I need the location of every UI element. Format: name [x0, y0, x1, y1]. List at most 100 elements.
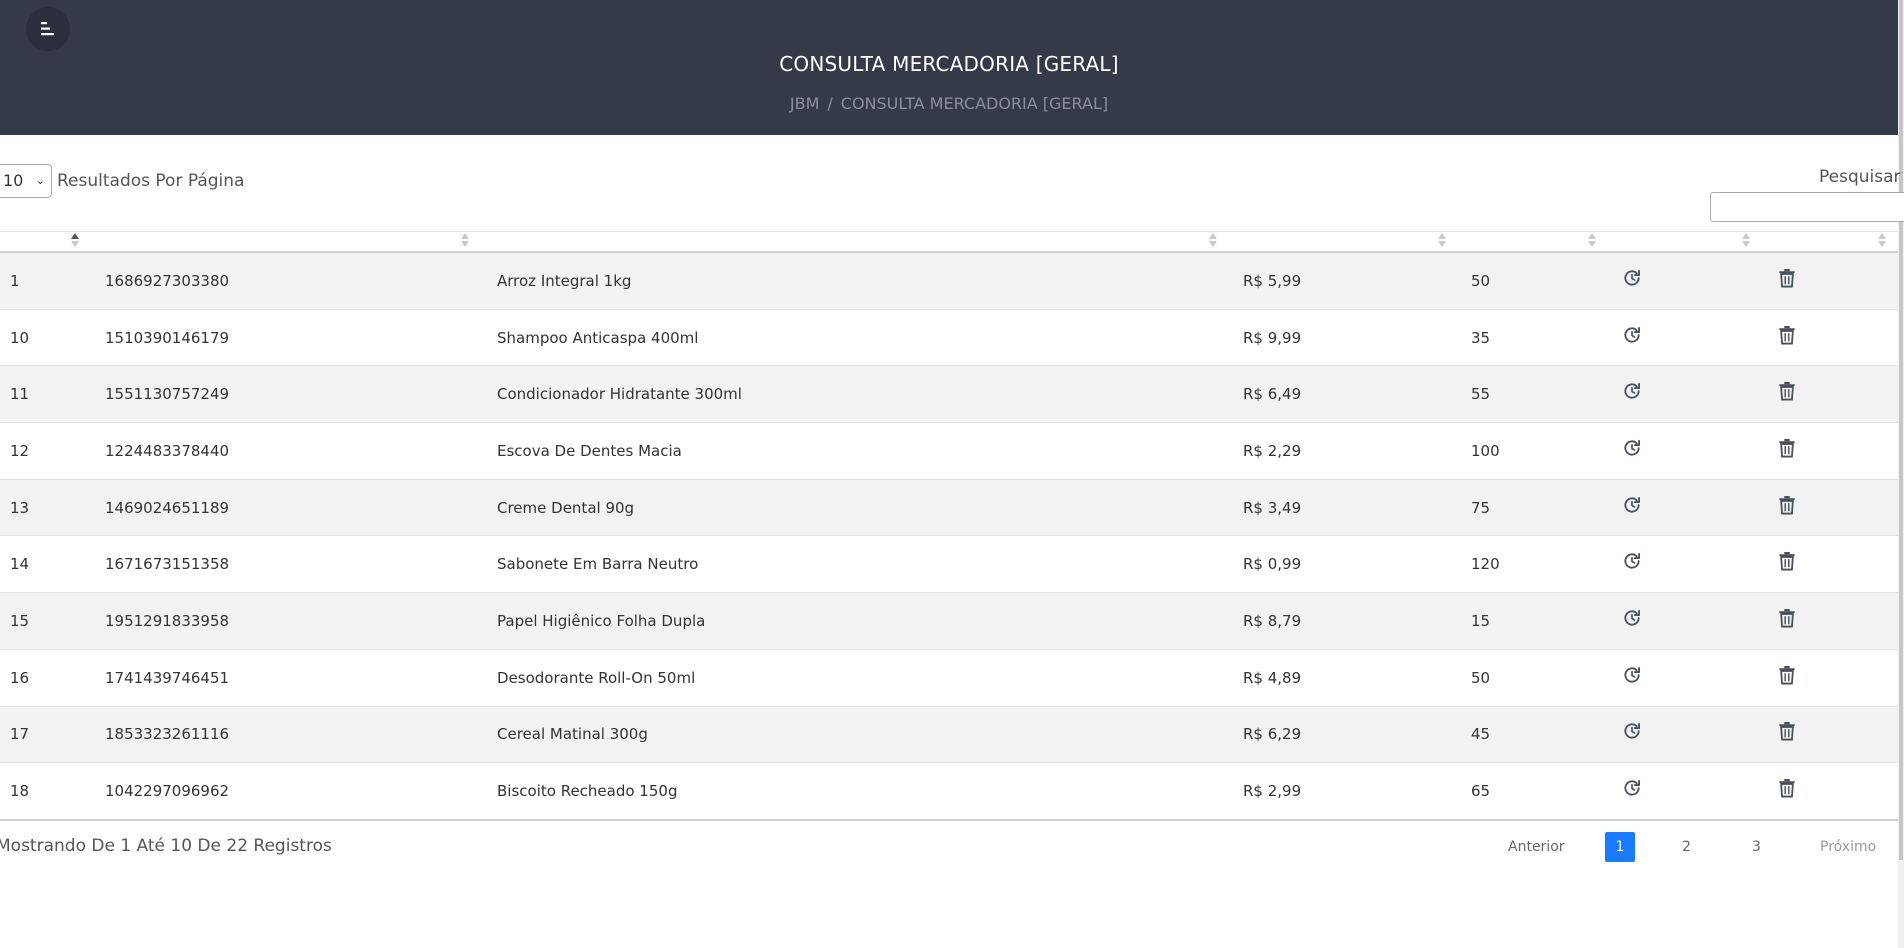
cell-code: 1686927303380: [105, 271, 230, 290]
cell-name: Escova De Dentes Macia: [497, 441, 682, 460]
page-length-label: Resultados Por Página: [57, 171, 245, 191]
cell-name: Cereal Matinal 300g: [497, 725, 648, 744]
table-row: 13 1469024651189 Creme Dental 90g R$ 3,49 75: [0, 479, 1898, 537]
cell-price: R$ 9,99: [1243, 328, 1302, 347]
pagination-page-1[interactable]: 1: [1605, 832, 1635, 862]
trash-icon[interactable]: [1778, 665, 1796, 685]
table-info: Mostrando De 1 Até 10 De 22 Registros: [0, 836, 332, 856]
breadcrumb-current: CONSULTA MERCADORIA [GERAL]: [840, 94, 1109, 113]
cell-price: R$ 2,29: [1243, 441, 1302, 460]
search-label: Pesquisar: [1819, 167, 1901, 187]
cell-name: Condicionador Hidratante 300ml: [497, 385, 742, 404]
cell-code: 1951291833958: [105, 611, 230, 630]
sort-column-3[interactable]: [1209, 233, 1217, 249]
cell-price: R$ 5,99: [1243, 271, 1302, 290]
trash-icon[interactable]: [1778, 381, 1796, 401]
history-icon[interactable]: [1622, 778, 1642, 798]
cell-id: 17: [10, 725, 30, 744]
cell-quantity: 75: [1471, 498, 1491, 517]
sort-column-6[interactable]: [1742, 233, 1750, 249]
cell-id: 18: [10, 782, 30, 801]
history-icon[interactable]: [1622, 721, 1642, 741]
cell-name: Creme Dental 90g: [497, 498, 635, 517]
table-body: 1 1686927303380 Arroz Integral 1kg R$ 5,99 5…: [0, 253, 1898, 820]
trash-icon[interactable]: [1778, 325, 1796, 345]
cell-quantity: 100: [1471, 441, 1500, 460]
sort-column-1[interactable]: [71, 233, 79, 249]
history-icon[interactable]: [1622, 268, 1642, 288]
breadcrumb: JBM / CONSULTA MERCADORIA [GERAL]: [0, 94, 1898, 113]
cell-quantity: 35: [1471, 328, 1491, 347]
cell-id: 13: [10, 498, 30, 517]
trash-icon[interactable]: [1778, 551, 1796, 571]
table-row: 18 1042297096962 Biscoito Recheado 150g R$ …: [0, 763, 1898, 820]
cell-id: 16: [10, 668, 30, 687]
history-icon[interactable]: [1622, 551, 1642, 571]
pagination-next[interactable]: Próximo: [1820, 832, 1876, 862]
page-title: CONSULTA MERCADORIA [GERAL]: [779, 52, 1119, 76]
scrollbar-thumb[interactable]: [1899, 0, 1903, 860]
cell-code: 1224483378440: [105, 441, 230, 460]
history-icon[interactable]: [1622, 381, 1642, 401]
sort-column-7[interactable]: [1878, 233, 1886, 249]
page-scrollbar[interactable]: [1898, 0, 1904, 948]
menu-icon: [41, 22, 54, 36]
cell-code: 1469024651189: [105, 498, 230, 517]
cell-name: Desodorante Roll-On 50ml: [497, 668, 696, 687]
table-row: 16 1741439746451 Desodorante Roll-On 50ml R…: [0, 649, 1898, 707]
table-row: 10 1510390146179 Shampoo Anticaspa 400ml R$…: [0, 309, 1898, 367]
trash-icon[interactable]: [1778, 608, 1796, 628]
cell-quantity: 120: [1471, 555, 1500, 574]
cell-price: R$ 4,89: [1243, 668, 1302, 687]
cell-price: R$ 6,29: [1243, 725, 1302, 744]
page-length-select[interactable]: 10 ⌄: [0, 164, 52, 198]
cell-price: R$ 0,99: [1243, 555, 1302, 574]
sort-column-5[interactable]: [1588, 233, 1596, 249]
cell-code: 1853323261116: [105, 725, 230, 744]
history-icon[interactable]: [1622, 325, 1642, 345]
cell-quantity: 50: [1471, 271, 1491, 290]
history-icon[interactable]: [1622, 495, 1642, 515]
sort-column-4[interactable]: [1438, 233, 1446, 249]
cell-quantity: 15: [1471, 611, 1491, 630]
cell-quantity: 65: [1471, 782, 1491, 801]
pagination-page-3[interactable]: 3: [1752, 832, 1761, 862]
cell-id: 12: [10, 441, 30, 460]
cell-quantity: 50: [1471, 668, 1491, 687]
cell-name: Arroz Integral 1kg: [497, 271, 632, 290]
table-row: 12 1224483378440 Escova De Dentes Macia R$ …: [0, 423, 1898, 480]
history-icon[interactable]: [1622, 665, 1642, 685]
page-header: CONSULTA MERCADORIA [GERAL] JBM / CONSULTA…: [0, 0, 1898, 135]
cell-name: Sabonete Em Barra Neutro: [497, 555, 699, 574]
trash-icon[interactable]: [1778, 721, 1796, 741]
pagination-previous[interactable]: Anterior: [1508, 832, 1565, 862]
table-row: 17 1853323261116 Cereal Matinal 300g R$ 6,2…: [0, 706, 1898, 764]
cell-code: 1551130757249: [105, 385, 230, 404]
cell-quantity: 55: [1471, 385, 1491, 404]
cell-price: R$ 6,49: [1243, 385, 1302, 404]
breadcrumb-home[interactable]: JBM: [790, 94, 820, 113]
menu-toggle-button[interactable]: [26, 7, 70, 51]
cell-code: 1042297096962: [105, 782, 230, 801]
sort-column-2[interactable]: [461, 233, 469, 249]
cell-name: Biscoito Recheado 150g: [497, 782, 678, 801]
cell-code: 1510390146179: [105, 328, 230, 347]
trash-icon[interactable]: [1778, 778, 1796, 798]
cell-code: 1671673151358: [105, 555, 230, 574]
history-icon[interactable]: [1622, 608, 1642, 628]
trash-icon[interactable]: [1778, 268, 1796, 288]
trash-icon[interactable]: [1778, 495, 1796, 515]
cell-price: R$ 3,49: [1243, 498, 1302, 517]
history-icon[interactable]: [1622, 438, 1642, 458]
table-row: 14 1671673151358 Sabonete Em Barra Neutro R…: [0, 536, 1898, 594]
chevron-down-icon: ⌄: [35, 174, 45, 187]
table-row: 15 1951291833958 Papel Higiênico Folha Dup…: [0, 593, 1898, 650]
breadcrumb-separator: /: [827, 94, 833, 113]
page-length-value: 10: [3, 171, 24, 190]
cell-id: 15: [10, 611, 30, 630]
cell-code: 1741439746451: [105, 668, 230, 687]
search-input[interactable]: [1710, 192, 1904, 222]
pagination-page-2[interactable]: 2: [1682, 832, 1691, 862]
trash-icon[interactable]: [1778, 438, 1796, 458]
cell-id: 1: [10, 271, 20, 290]
